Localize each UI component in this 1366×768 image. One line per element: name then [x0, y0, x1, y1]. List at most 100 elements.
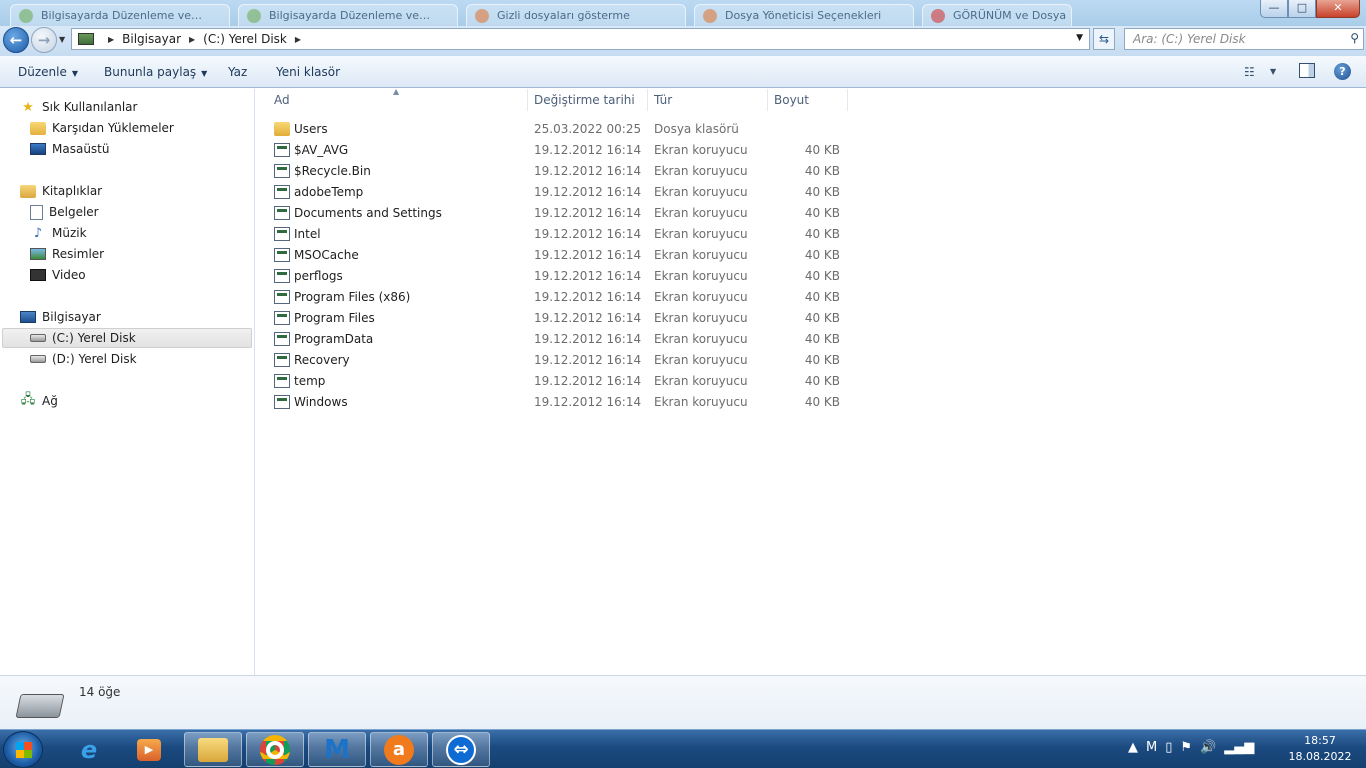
internet-explorer-icon: e	[80, 735, 98, 764]
file-name: Intel	[294, 227, 321, 241]
pictures-icon	[30, 248, 46, 260]
nav-music[interactable]: ♪ Müzik	[30, 223, 87, 243]
file-type: Ekran koruyucu	[654, 185, 748, 199]
search-icon[interactable]: ⚲	[1350, 31, 1359, 45]
nav-network[interactable]: 🖧 Ağ	[20, 391, 58, 411]
file-size: 40 KB	[804, 290, 840, 304]
file-date: 19.12.2012 16:14	[534, 374, 642, 388]
column-header-type[interactable]: Tür	[648, 89, 768, 111]
column-header-size[interactable]: Boyut	[768, 89, 848, 111]
file-type: Ekran koruyucu	[654, 395, 748, 409]
start-button[interactable]	[3, 731, 43, 768]
network-signal-icon[interactable]: ▂▄▆	[1224, 740, 1254, 755]
system-tray: ▲ M ▯ ⚑ 🔊 ▂▄▆	[1128, 740, 1254, 755]
file-row[interactable]: $AV_AVG 19.12.2012 16:14 Ekran koruyucu 40 …	[274, 140, 848, 161]
file-size: 40 KB	[804, 395, 840, 409]
refresh-button[interactable]: ⇆	[1093, 28, 1115, 50]
nav-libraries[interactable]: Kitaplıklar	[20, 181, 102, 201]
search-input[interactable]: Ara: (C:) Yerel Disk ⚲	[1124, 28, 1364, 50]
recent-pages-dropdown[interactable]: ▼	[59, 35, 65, 44]
file-type: Ekran koruyucu	[654, 143, 748, 157]
favicon-icon	[19, 9, 33, 23]
screensaver-file-icon	[274, 248, 290, 262]
change-view-icon[interactable]: ☷	[1244, 65, 1255, 79]
nav-documents[interactable]: Belgeler	[30, 202, 99, 222]
help-button[interactable]: ?	[1334, 63, 1351, 80]
file-row[interactable]: Users 25.03.2022 00:25 Dosya klasörü	[274, 119, 848, 140]
screensaver-file-icon	[274, 290, 290, 304]
file-row[interactable]: temp 19.12.2012 16:14 Ekran koruyucu 40 KB	[274, 371, 848, 392]
taskbar-teamviewer[interactable]: ⇔	[432, 732, 490, 767]
file-row[interactable]: Windows 19.12.2012 16:14 Ekran koruyucu 40 …	[274, 392, 848, 413]
file-row[interactable]: ProgramData 19.12.2012 16:14 Ekran koruyuc…	[274, 329, 848, 350]
star-icon: ★	[22, 99, 34, 115]
file-row[interactable]: perflogs 19.12.2012 16:14 Ekran koruyucu 40…	[274, 266, 848, 287]
taskbar-internet-explorer[interactable]: e	[60, 732, 118, 767]
file-row[interactable]: MSOCache 19.12.2012 16:14 Ekran koruyucu 40…	[274, 245, 848, 266]
nav-downloads[interactable]: Karşıdan Yüklemeler	[30, 118, 174, 138]
computer-drive-icon	[78, 33, 94, 45]
nav-d-drive[interactable]: (D:) Yerel Disk	[30, 349, 137, 369]
file-type: Ekran koruyucu	[654, 269, 748, 283]
file-row[interactable]: Documents and Settings 19.12.2012 16:14 Ek…	[274, 203, 848, 224]
view-options-dropdown[interactable]: ▼	[1270, 67, 1276, 76]
file-row[interactable]: $Recycle.Bin 19.12.2012 16:14 Ekran koruyu…	[274, 161, 848, 182]
nav-desktop[interactable]: Masaüstü	[30, 139, 109, 159]
avast-tray-icon[interactable]: ▲	[1128, 740, 1138, 755]
nav-videos[interactable]: Video	[30, 265, 86, 285]
file-row[interactable]: Program Files (x86) 19.12.2012 16:14 Ekran…	[274, 287, 848, 308]
malwarebytes-tray-icon[interactable]: M	[1146, 740, 1157, 755]
screensaver-file-icon	[274, 206, 290, 220]
breadcrumb-c-drive[interactable]: (C:) Yerel Disk	[203, 32, 287, 46]
file-name: perflogs	[294, 269, 343, 283]
file-row[interactable]: Intel 19.12.2012 16:14 Ekran koruyucu 40 KB	[274, 224, 848, 245]
file-row[interactable]: Program Files 19.12.2012 16:14 Ekran koruy…	[274, 308, 848, 329]
back-button[interactable]: ←	[3, 27, 29, 53]
nav-c-drive[interactable]: (C:) Yerel Disk	[2, 328, 252, 348]
address-bar[interactable]: ▶ Bilgisayar ▶ (C:) Yerel Disk ▶ ▼	[71, 28, 1090, 50]
file-type: Ekran koruyucu	[654, 353, 748, 367]
chevron-right-icon[interactable]: ▶	[295, 35, 301, 44]
file-name: Documents and Settings	[294, 206, 442, 220]
address-history-dropdown[interactable]: ▼	[1076, 33, 1083, 43]
favicon-icon	[475, 9, 489, 23]
burn-button[interactable]: Yaz	[228, 65, 247, 79]
preview-pane-button[interactable]	[1299, 63, 1315, 78]
organize-button[interactable]: Düzenle ▼	[18, 65, 78, 79]
close-button[interactable]: ✕	[1316, 0, 1360, 18]
minimize-button[interactable]: —	[1260, 0, 1288, 18]
maximize-button[interactable]: □	[1288, 0, 1316, 18]
taskbar-malwarebytes[interactable]: M	[308, 732, 366, 767]
file-name: MSOCache	[294, 248, 359, 262]
arrow-right-icon: →	[37, 31, 51, 49]
window-title-bar: Bilgisayarda Düzenleme ve… Bilgisayarda …	[0, 0, 1366, 26]
window-controls: — □ ✕	[1260, 0, 1360, 18]
nav-pictures[interactable]: Resimler	[30, 244, 104, 264]
hard-drive-icon	[30, 334, 46, 342]
chevron-right-icon[interactable]: ▶	[108, 35, 114, 44]
nav-computer[interactable]: Bilgisayar	[20, 307, 101, 327]
new-folder-button[interactable]: Yeni klasör	[276, 65, 340, 79]
arrow-left-icon: ←	[9, 31, 23, 49]
item-count: 14 öğe	[79, 685, 121, 699]
column-header-name[interactable]: Ad	[268, 89, 528, 111]
taskbar-chrome[interactable]	[246, 732, 304, 767]
nav-favorites[interactable]: ★ Sık Kullanılanlar	[20, 97, 137, 117]
taskbar-file-explorer[interactable]	[184, 732, 242, 767]
device-tray-icon[interactable]: ▯	[1165, 740, 1172, 755]
volume-icon[interactable]: 🔊	[1200, 740, 1216, 755]
chevron-right-icon[interactable]: ▶	[189, 35, 195, 44]
screensaver-file-icon	[274, 143, 290, 157]
column-header-date[interactable]: Değiştirme tarihi	[528, 89, 648, 111]
file-date: 19.12.2012 16:14	[534, 332, 642, 346]
file-row[interactable]: Recovery 19.12.2012 16:14 Ekran koruyucu 40…	[274, 350, 848, 371]
action-center-icon[interactable]: ⚑	[1180, 740, 1192, 755]
file-row[interactable]: adobeTemp 19.12.2012 16:14 Ekran koruyucu 4…	[274, 182, 848, 203]
breadcrumb-computer[interactable]: Bilgisayar	[122, 32, 181, 46]
taskbar-avast[interactable]: a	[370, 732, 428, 767]
share-with-button[interactable]: Bununla paylaş ▼	[104, 65, 207, 79]
system-clock[interactable]: 18:57 18.08.2022	[1282, 733, 1358, 765]
forward-button[interactable]: →	[31, 27, 57, 53]
chevron-down-icon: ▼	[71, 69, 79, 78]
taskbar-media-player[interactable]: ▶	[120, 732, 178, 767]
